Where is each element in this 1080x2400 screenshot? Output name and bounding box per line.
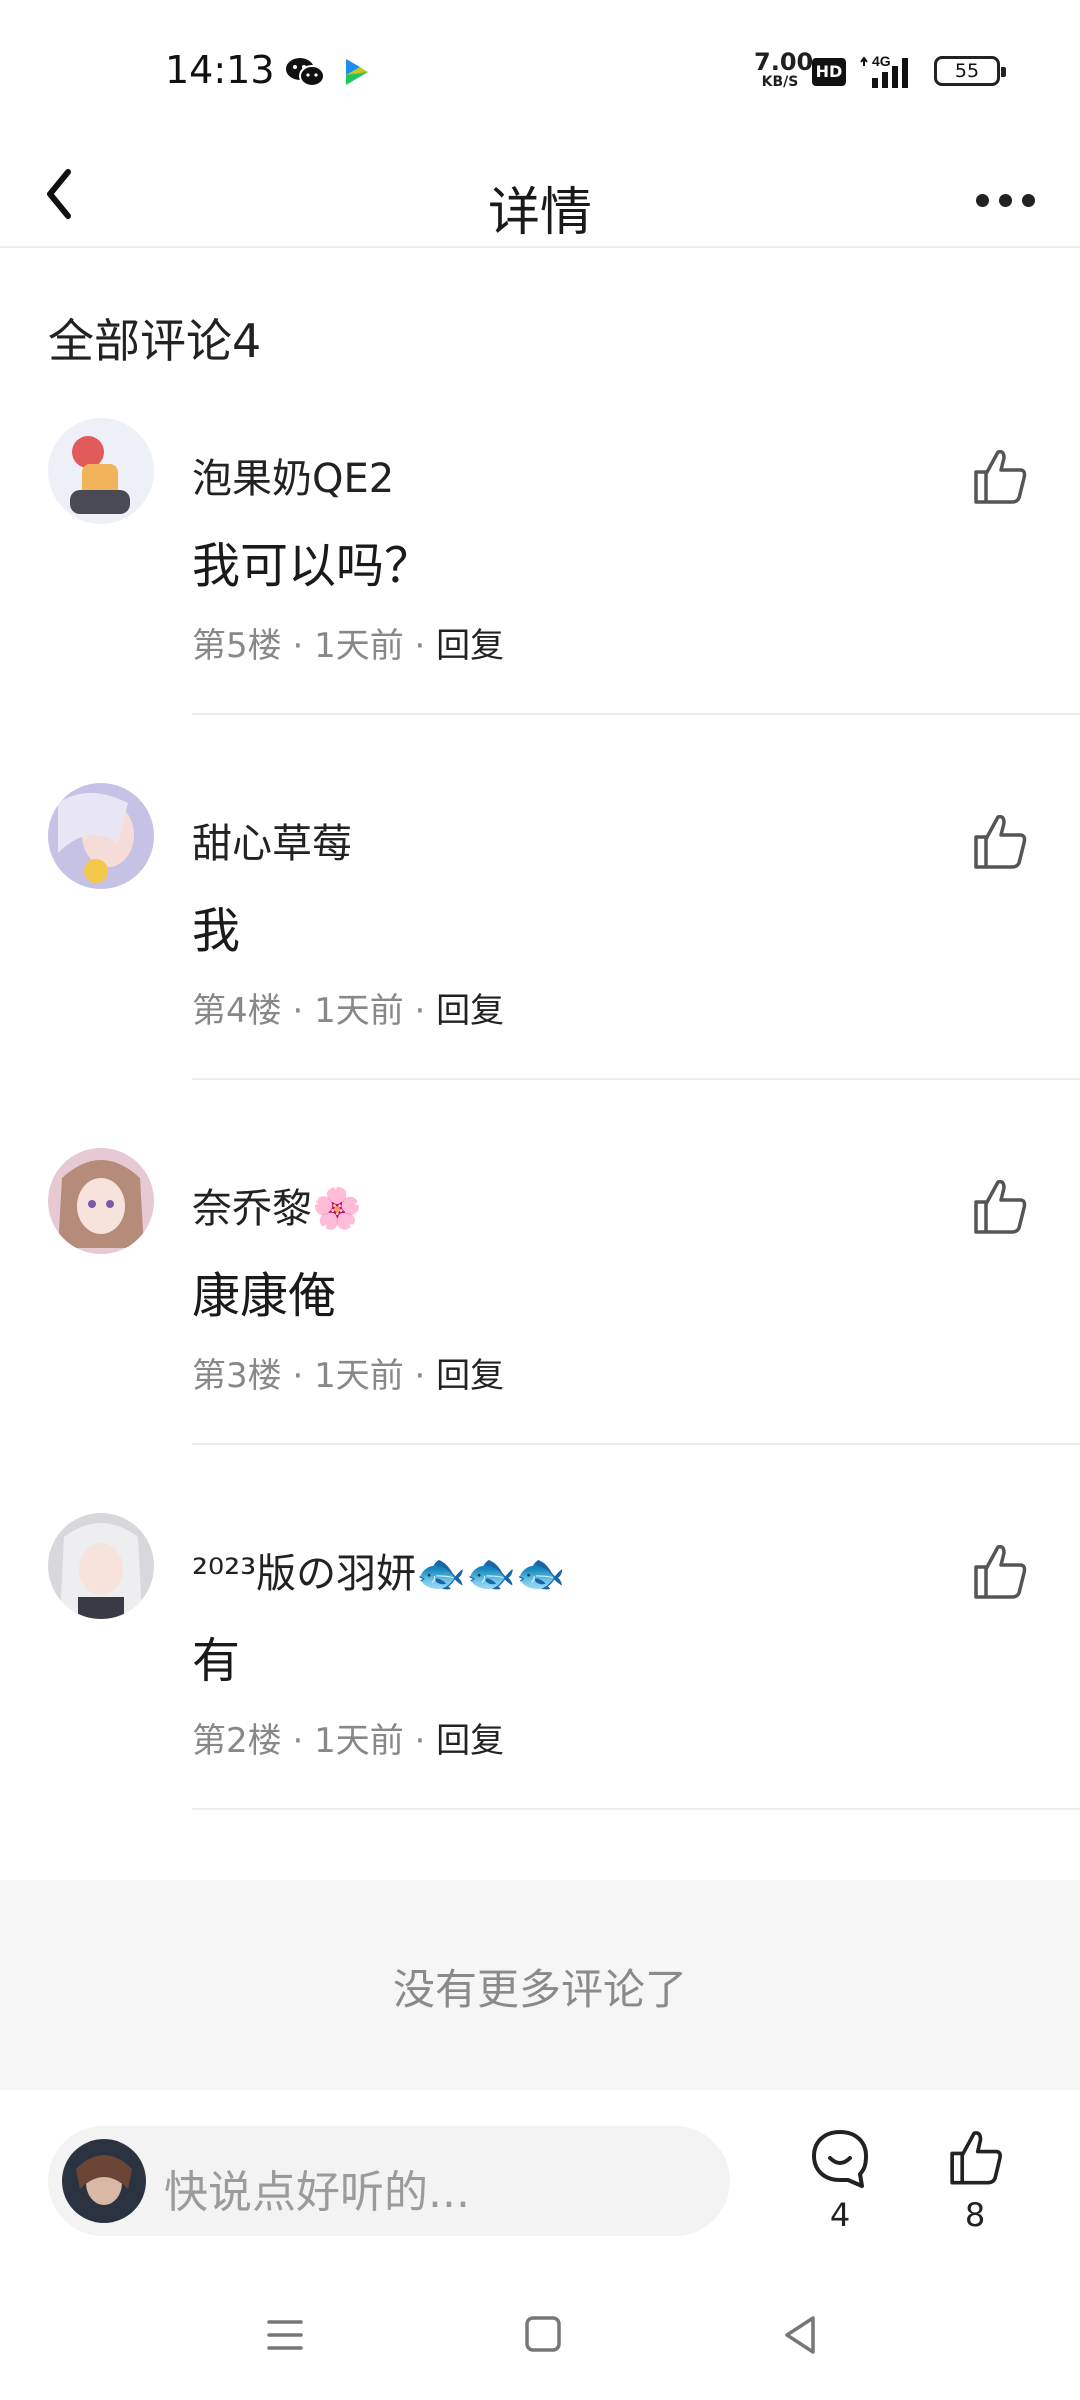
- fish-emoji: 🐟🐟🐟: [416, 1551, 566, 1597]
- comment-time: 1天前: [314, 1356, 404, 1396]
- reply-button[interactable]: 回复: [436, 626, 504, 666]
- system-nav-bar: [0, 2270, 1080, 2400]
- avatar[interactable]: [48, 1148, 154, 1254]
- comment-input[interactable]: 快说点好听的...: [48, 2126, 730, 2236]
- net-speed: 7.00 KB/S: [754, 48, 814, 90]
- avatar[interactable]: [48, 783, 154, 889]
- menu-icon[interactable]: [255, 2310, 315, 2360]
- like-count-button[interactable]: 8: [935, 2126, 1015, 2234]
- comment-item: 奈乔黎🌸 康康俺 第3楼 · 1天前 · 回复: [0, 1148, 1080, 1512]
- comment-meta: 第2楼 · 1天前 · 回复: [192, 1721, 505, 1761]
- reply-button[interactable]: 回复: [436, 991, 504, 1031]
- comment-detail-page: 14:13 7.00 KB/S HD 4G 55 详情 全部评论4 泡果奶QE2…: [0, 0, 1080, 2400]
- comment-author[interactable]: 甜心草莓: [192, 811, 352, 869]
- comment-text: 我可以吗？: [192, 538, 433, 594]
- comment-item: 甜心草莓 我 第4楼 · 1天前 · 回复: [0, 783, 1080, 1147]
- comment-floor: 第3楼: [192, 1356, 282, 1396]
- status-bar: 14:13 7.00 KB/S HD 4G 55: [0, 0, 1080, 140]
- thumbs-up-icon[interactable]: [964, 1172, 1034, 1242]
- status-time: 14:13: [165, 48, 275, 92]
- divider: [192, 1808, 1080, 1810]
- svg-text:4G: 4G: [872, 53, 891, 69]
- divider: [192, 1078, 1080, 1080]
- comment-input-bar: 快说点好听的... 4 8: [0, 2090, 1080, 2240]
- comment-meta: 第5楼 · 1天前 · 回复: [192, 626, 505, 666]
- comment-text: 康康俺: [192, 1268, 337, 1324]
- back-nav-icon[interactable]: [771, 2310, 831, 2360]
- comment-item: ²⁰²³版の羽妍🐟🐟🐟 有 第2楼 · 1天前 · 回复: [0, 1513, 1080, 1877]
- comment-time: 1天前: [314, 626, 404, 666]
- page-title: 详情: [487, 183, 592, 243]
- more-options-button[interactable]: [960, 170, 1050, 230]
- input-placeholder: 快说点好听的...: [164, 2167, 470, 2218]
- top-app-bar: 详情: [0, 140, 1080, 248]
- avatar[interactable]: [48, 1513, 154, 1619]
- comment-text: 我: [192, 903, 241, 959]
- comment-time: 1天前: [314, 991, 404, 1031]
- divider: [192, 1443, 1080, 1445]
- comment-floor: 第4楼: [192, 991, 282, 1031]
- comment-author[interactable]: ²⁰²³版の羽妍🐟🐟🐟: [192, 1541, 566, 1599]
- reply-button[interactable]: 回复: [436, 1721, 504, 1761]
- comment-time: 1天前: [314, 1721, 404, 1761]
- home-icon[interactable]: [513, 2310, 573, 2360]
- comment-author[interactable]: 泡果奶QE2: [192, 446, 394, 504]
- comment-meta: 第4楼 · 1天前 · 回复: [192, 991, 505, 1031]
- thumbs-up-icon: [950, 2131, 1002, 2185]
- flower-emoji: 🌸: [312, 1186, 362, 1232]
- comment-item: 泡果奶QE2 我可以吗？ 第5楼 · 1天前 · 回复: [0, 418, 1080, 782]
- comment-count-button[interactable]: 4: [800, 2126, 880, 2234]
- comment-floor: 第5楼: [192, 626, 282, 666]
- more-dots-icon: [975, 193, 989, 207]
- comment-text: 有: [192, 1633, 241, 1689]
- thumbs-up-icon[interactable]: [964, 442, 1034, 512]
- hd-badge: HD: [812, 58, 846, 86]
- avatar[interactable]: [48, 418, 154, 524]
- comment-count: 4: [829, 2196, 851, 2234]
- thumbs-up-icon[interactable]: [964, 807, 1034, 877]
- comment-author[interactable]: 奈乔黎🌸: [192, 1176, 362, 1234]
- comment-meta: 第3楼 · 1天前 · 回复: [192, 1356, 505, 1396]
- comment-bubble-icon: [812, 2130, 868, 2188]
- signal-icon: 4G: [860, 53, 908, 88]
- user-avatar: [62, 2139, 146, 2223]
- wechat-icon: [286, 58, 325, 87]
- battery-indicator: 55: [934, 56, 1006, 86]
- no-more-comments-band: 没有更多评论了: [0, 1880, 1080, 2090]
- comments-count-title: 全部评论4: [48, 314, 262, 368]
- divider: [192, 713, 1080, 715]
- reply-button[interactable]: 回复: [436, 1356, 504, 1396]
- no-more-comments-text: 没有更多评论了: [392, 1965, 687, 2014]
- like-count: 8: [964, 2196, 986, 2234]
- thumbs-up-icon[interactable]: [964, 1537, 1034, 1607]
- comment-floor: 第2楼: [192, 1721, 282, 1761]
- video-play-icon: [346, 59, 368, 85]
